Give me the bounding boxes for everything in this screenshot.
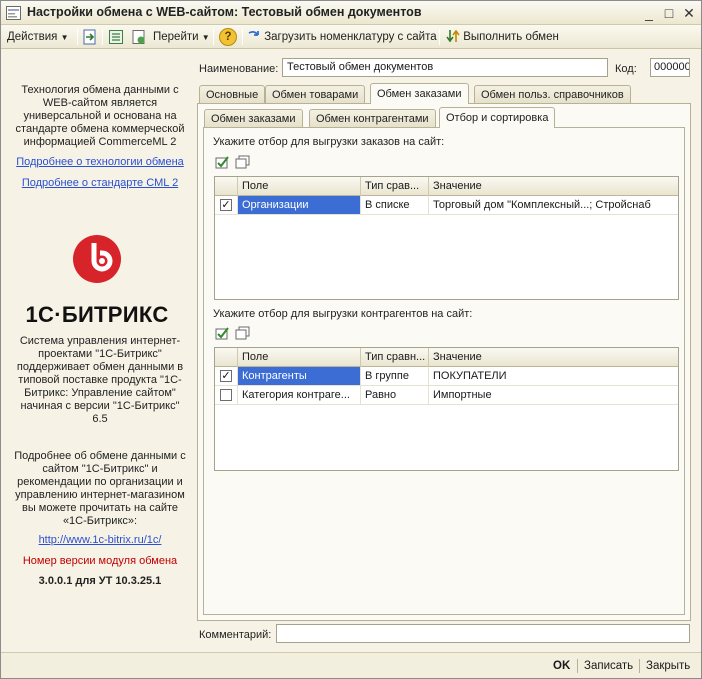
save-button[interactable]: Записать [584,658,633,674]
run-exchange-label: Выполнить обмен [463,31,559,43]
bitrix-site-link[interactable]: http://www.1c-bitrix.ru/1c/ [12,534,188,547]
row-checkbox[interactable]: ✓ [220,199,232,211]
move-to-icon[interactable] [82,29,98,45]
orders-exchange-panel: Обмен заказами Обмен контрагентами Отбор… [197,103,691,621]
orders-filter-header: Поле Тип срав... Значение [215,177,678,196]
close-window-button[interactable]: ✕ [680,4,698,22]
window-form-icon [6,6,21,20]
value-cell[interactable]: Импортные [428,386,678,404]
cml-standard-link[interactable]: Подробнее о стандарте CML 2 [12,177,188,190]
check-all-icon[interactable] [215,326,231,340]
settings-window: Настройки обмена с WEB-сайтом: Тестовый … [0,0,702,679]
name-label: Наименование: [199,63,279,75]
row-checkbox[interactable] [220,389,232,401]
table-row[interactable]: ✓ Организации В списке Торговый дом "Ком… [215,196,678,215]
toolbar-separator [439,29,440,45]
value-cell[interactable]: Торговый дом "Комплексный...; Стройснаб [428,196,678,214]
check-all-icon[interactable] [215,155,231,169]
help-label: ? [224,31,232,43]
comment-label: Комментарий: [199,629,272,641]
uncheck-all-icon[interactable] [235,155,251,169]
dropdown-arrow-icon: ▼ [60,33,69,42]
toolbar-separator [102,29,103,45]
field-column-header[interactable]: Поле [237,348,360,367]
comment-field[interactable] [276,624,690,643]
version-value: 3.0.0.1 для УТ 10.3.25.1 [38,575,162,587]
footer-separator [577,659,578,673]
goto-menu[interactable]: Перейти ▼ [153,28,210,46]
bitrix-logo-icon [73,235,121,283]
subtab-contractors[interactable]: Обмен контрагентами [309,109,436,128]
dropdown-arrow-icon: ▼ [201,33,210,42]
checkbox-column-header [215,177,237,196]
more-info-text: Подробнее об обмене данными с сайтом "1С… [14,450,186,527]
version-label: Номер версии модуля обмена [22,555,178,567]
bitrix-brand: 1С·БИТРИКС [25,302,169,327]
code-field[interactable]: 000000 [650,58,690,77]
contractors-filter-header: Поле Тип сравн... Значение [215,348,678,367]
orders-filter-caption: Укажите отбор для выгрузки заказов на са… [213,136,445,148]
contractors-filter-table: Поле Тип сравн... Значение ✓ Контрагенты… [214,347,679,471]
field-cell[interactable]: Контрагенты [237,367,360,385]
goto-menu-label: Перейти [153,31,199,43]
actions-menu[interactable]: Действия ▼ [7,28,69,46]
load-nomenclature-label: Загрузить номенклатуру с сайта [264,31,437,43]
tab-user-catalogs[interactable]: Обмен польз. справочников [474,85,631,104]
bottom-bar: OK Записать Закрыть [1,652,701,678]
load-nomenclature-button[interactable]: Загрузить номенклатуру с сайта [247,28,437,46]
compare-cell[interactable]: В группе [360,367,428,385]
sub-tabs: Обмен заказами Обмен контрагентами Отбор… [204,107,684,128]
table-row[interactable]: Категория контраге... Равно Импортные [215,386,678,405]
exchange-icon [446,29,460,43]
footer-separator [639,659,640,673]
toolbar-separator [242,29,243,45]
row-checkbox[interactable]: ✓ [220,370,232,382]
field-cell[interactable]: Организации [237,196,360,214]
filter-sort-panel: Укажите отбор для выгрузки заказов на са… [203,127,685,615]
contractors-filter-caption: Укажите отбор для выгрузки контрагентов … [213,308,473,320]
ok-button[interactable]: OK [553,658,570,674]
intro-text: Технология обмена данными с WEB-сайтом я… [15,84,185,148]
checkbox-column-header [215,348,237,367]
maximize-button[interactable]: □ [660,4,678,22]
field-column-header[interactable]: Поле [237,177,360,196]
field-cell[interactable]: Категория контраге... [237,386,360,404]
subtab-orders[interactable]: Обмен заказами [204,109,303,128]
name-field[interactable]: Тестовый обмен документов [282,58,608,77]
compare-cell[interactable]: В списке [360,196,428,214]
compare-column-header[interactable]: Тип сравн... [360,348,428,367]
info-panel: Технология обмена данными с WEB-сайтом я… [2,50,192,610]
tab-orders-exchange[interactable]: Обмен заказами [370,83,469,104]
bitrix-description: Система управления интернет-проектами "1… [16,335,184,425]
value-column-header[interactable]: Значение [428,348,678,367]
window-title: Настройки обмена с WEB-сайтом: Тестовый … [27,5,422,19]
main-tabs: Основные Обмен товарами Обмен заказами О… [199,83,693,104]
close-button[interactable]: Закрыть [646,658,690,674]
toolbar-separator [213,29,214,45]
load-arrow-icon [248,30,259,36]
actions-menu-label: Действия [7,31,58,43]
compare-column-header[interactable]: Тип срав... [360,177,428,196]
orders-filter-table: Поле Тип срав... Значение ✓ Организации … [214,176,679,300]
table-row[interactable]: ✓ Контрагенты В группе ПОКУПАТЕЛИ [215,367,678,386]
tab-goods-exchange[interactable]: Обмен товарами [265,85,366,104]
compare-cell[interactable]: Равно [360,386,428,404]
title-bar: Настройки обмена с WEB-сайтом: Тестовый … [1,1,701,25]
uncheck-all-icon[interactable] [235,326,251,340]
help-button[interactable]: ? [219,28,237,46]
value-cell[interactable]: ПОКУПАТЕЛИ [428,367,678,385]
value-column-header[interactable]: Значение [428,177,678,196]
subtab-filter-sort[interactable]: Отбор и сортировка [439,107,556,128]
tab-main[interactable]: Основные [199,85,266,104]
toolbar: Действия ▼ Перейти ▼ ? Загрузить номенкл… [1,25,701,49]
run-exchange-button[interactable]: Выполнить обмен [446,28,559,46]
refresh-document-icon[interactable] [131,29,147,45]
technology-link[interactable]: Подробнее о технологии обмена [12,156,188,169]
toolbar-separator [77,29,78,45]
code-label: Код: [615,63,637,75]
minimize-button[interactable]: _ [640,4,658,22]
list-document-icon[interactable] [108,29,124,45]
